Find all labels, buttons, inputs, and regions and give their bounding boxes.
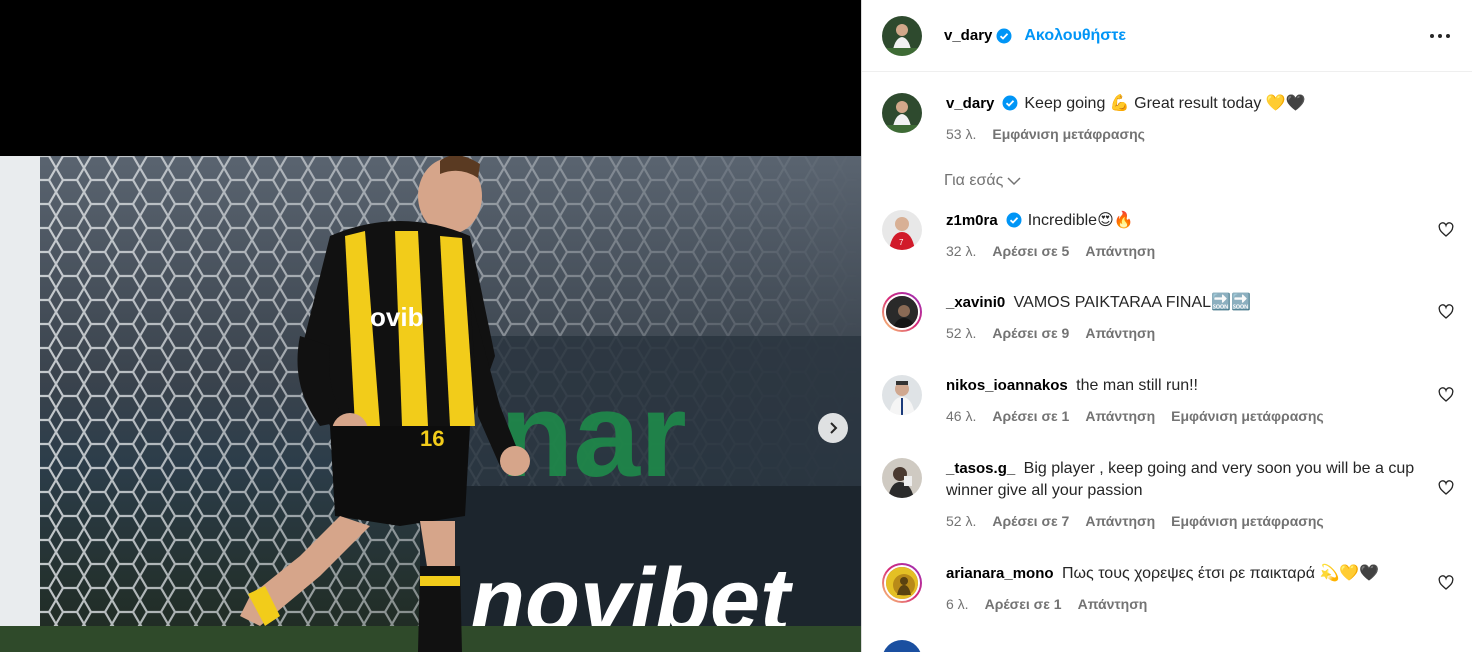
for-you-sort-toggle[interactable]: Για εσάς (944, 172, 1021, 190)
comment-username[interactable]: _tasos.g_ (946, 460, 1015, 477)
post-media: nar novibet ovib 16 (0, 0, 861, 652)
comment-time[interactable]: 52 λ. (946, 322, 976, 344)
comment-avatar-partial[interactable] (882, 640, 922, 652)
comment-likes[interactable]: Αρέσει σε 7 (992, 510, 1069, 532)
svg-text:16: 16 (420, 426, 444, 451)
comment-likes[interactable]: Αρέσει σε 9 (992, 322, 1069, 344)
comment-text: VAMOS PAIKTARAA FINAL🔜🔜 (1013, 294, 1251, 311)
like-heart-icon[interactable] (1438, 387, 1454, 403)
comment-reply-button[interactable]: Απάντηση (1085, 405, 1155, 427)
comment-body: arianara_mono Πως τους χορεψες έτσι ρε π… (946, 563, 1458, 615)
verified-badge-icon (1002, 95, 1018, 111)
more-options-button[interactable] (1428, 24, 1452, 48)
comment-item: nikos_ioannakos the man still run!! 46 λ… (882, 375, 1458, 427)
caption-avatar[interactable] (882, 93, 922, 133)
author-username[interactable]: v_dary (944, 27, 992, 44)
chevron-down-icon (1007, 177, 1021, 186)
verified-badge-icon (1006, 212, 1022, 228)
comment-likes[interactable]: Αρέσει σε 5 (992, 240, 1069, 262)
comment-body: nikos_ioannakos the man still run!! 46 λ… (946, 375, 1458, 427)
post-caption: v_dary Keep going 💪 Great result today 💛🖤… (882, 93, 1458, 145)
comment-username[interactable]: arianara_mono (946, 565, 1054, 582)
comment-username[interactable]: z1m0ra (946, 212, 998, 229)
comment-item: _tasos.g_ Big player , keep going and ve… (882, 458, 1458, 532)
comment-username[interactable]: nikos_ioannakos (946, 377, 1068, 394)
post-header: v_dary Ακολουθήστε (862, 0, 1472, 72)
caption-time[interactable]: 53 λ. (946, 123, 976, 145)
like-heart-icon[interactable] (1438, 480, 1454, 496)
svg-text:7: 7 (899, 238, 904, 247)
caption-body: v_dary Keep going 💪 Great result today 💛🖤… (946, 93, 1458, 145)
comment-text: the man still run!! (1076, 377, 1198, 394)
more-options-icon (1430, 34, 1450, 38)
next-image-button[interactable] (818, 413, 848, 443)
comment-text: Big player , keep going and very soon yo… (946, 460, 1415, 499)
comment-time[interactable]: 6 λ. (946, 593, 969, 615)
comment-text: Πως τους χορεψες έτσι ρε παικταρά 💫💛🖤 (1062, 565, 1380, 582)
verified-badge-icon (996, 28, 1012, 43)
comment-reply-button[interactable]: Απάντηση (1078, 593, 1148, 615)
comment-likes[interactable]: Αρέσει σε 1 (992, 405, 1069, 427)
comment-text: Incredible😍🔥 (1027, 212, 1134, 229)
comment-avatar[interactable] (882, 375, 922, 415)
comment-item: arianara_mono Πως τους χορεψες έτσι ρε π… (882, 563, 1458, 615)
for-you-label: Για εσάς (944, 172, 1004, 189)
comment-body: _tasos.g_ Big player , keep going and ve… (946, 458, 1458, 532)
like-heart-icon[interactable] (1438, 575, 1454, 591)
comment-likes[interactable]: Αρέσει σε 1 (985, 593, 1062, 615)
comment-avatar[interactable] (882, 458, 922, 498)
comment-reply-button[interactable]: Απάντηση (1085, 322, 1155, 344)
comment-time[interactable]: 52 λ. (946, 510, 976, 532)
caption-text: Keep going 💪 Great result today 💛🖤 (1024, 95, 1306, 112)
chevron-right-icon (830, 422, 838, 434)
comment-time[interactable]: 32 λ. (946, 240, 976, 262)
comment-item: 7 z1m0ra Incredible😍🔥 32 λ. Αρέσει σε 5 Α… (882, 210, 1458, 262)
comment-item: _xavini0 VAMOS PAIKTARAA FINAL🔜🔜 52 λ. Α… (882, 292, 1458, 344)
comment-reply-button[interactable]: Απάντηση (1085, 510, 1155, 532)
svg-text:nar: nar (500, 368, 687, 502)
comment-avatar[interactable] (882, 563, 922, 603)
svg-text:ovib: ovib (370, 302, 423, 332)
caption-translate-link[interactable]: Εμφάνιση μετάφρασης (992, 123, 1145, 145)
comment-translate-link[interactable]: Εμφάνιση μετάφρασης (1171, 405, 1324, 427)
comment-avatar[interactable]: 7 (882, 210, 922, 250)
goal-net-graphic: nar novibet ovib 16 (0, 156, 861, 652)
comment-avatar[interactable] (882, 292, 922, 332)
comment-translate-link[interactable]: Εμφάνιση μετάφρασης (1171, 510, 1324, 532)
post-photo: nar novibet ovib 16 (0, 156, 861, 652)
like-heart-icon[interactable] (1438, 304, 1454, 320)
follow-button[interactable]: Ακολουθήστε (1024, 27, 1126, 45)
comment-time[interactable]: 46 λ. (946, 405, 976, 427)
author-avatar[interactable] (882, 15, 922, 56)
comment-reply-button[interactable]: Απάντηση (1085, 240, 1155, 262)
comment-body: z1m0ra Incredible😍🔥 32 λ. Αρέσει σε 5 Απά… (946, 210, 1458, 262)
comment-username[interactable]: _xavini0 (946, 294, 1005, 311)
post-details-panel: v_dary Ακολουθήστε v_dary Keep going 💪 Gr… (861, 0, 1472, 652)
comment-body: _xavini0 VAMOS PAIKTARAA FINAL🔜🔜 52 λ. Α… (946, 292, 1458, 344)
caption-username[interactable]: v_dary (946, 95, 994, 112)
like-heart-icon[interactable] (1438, 222, 1454, 238)
